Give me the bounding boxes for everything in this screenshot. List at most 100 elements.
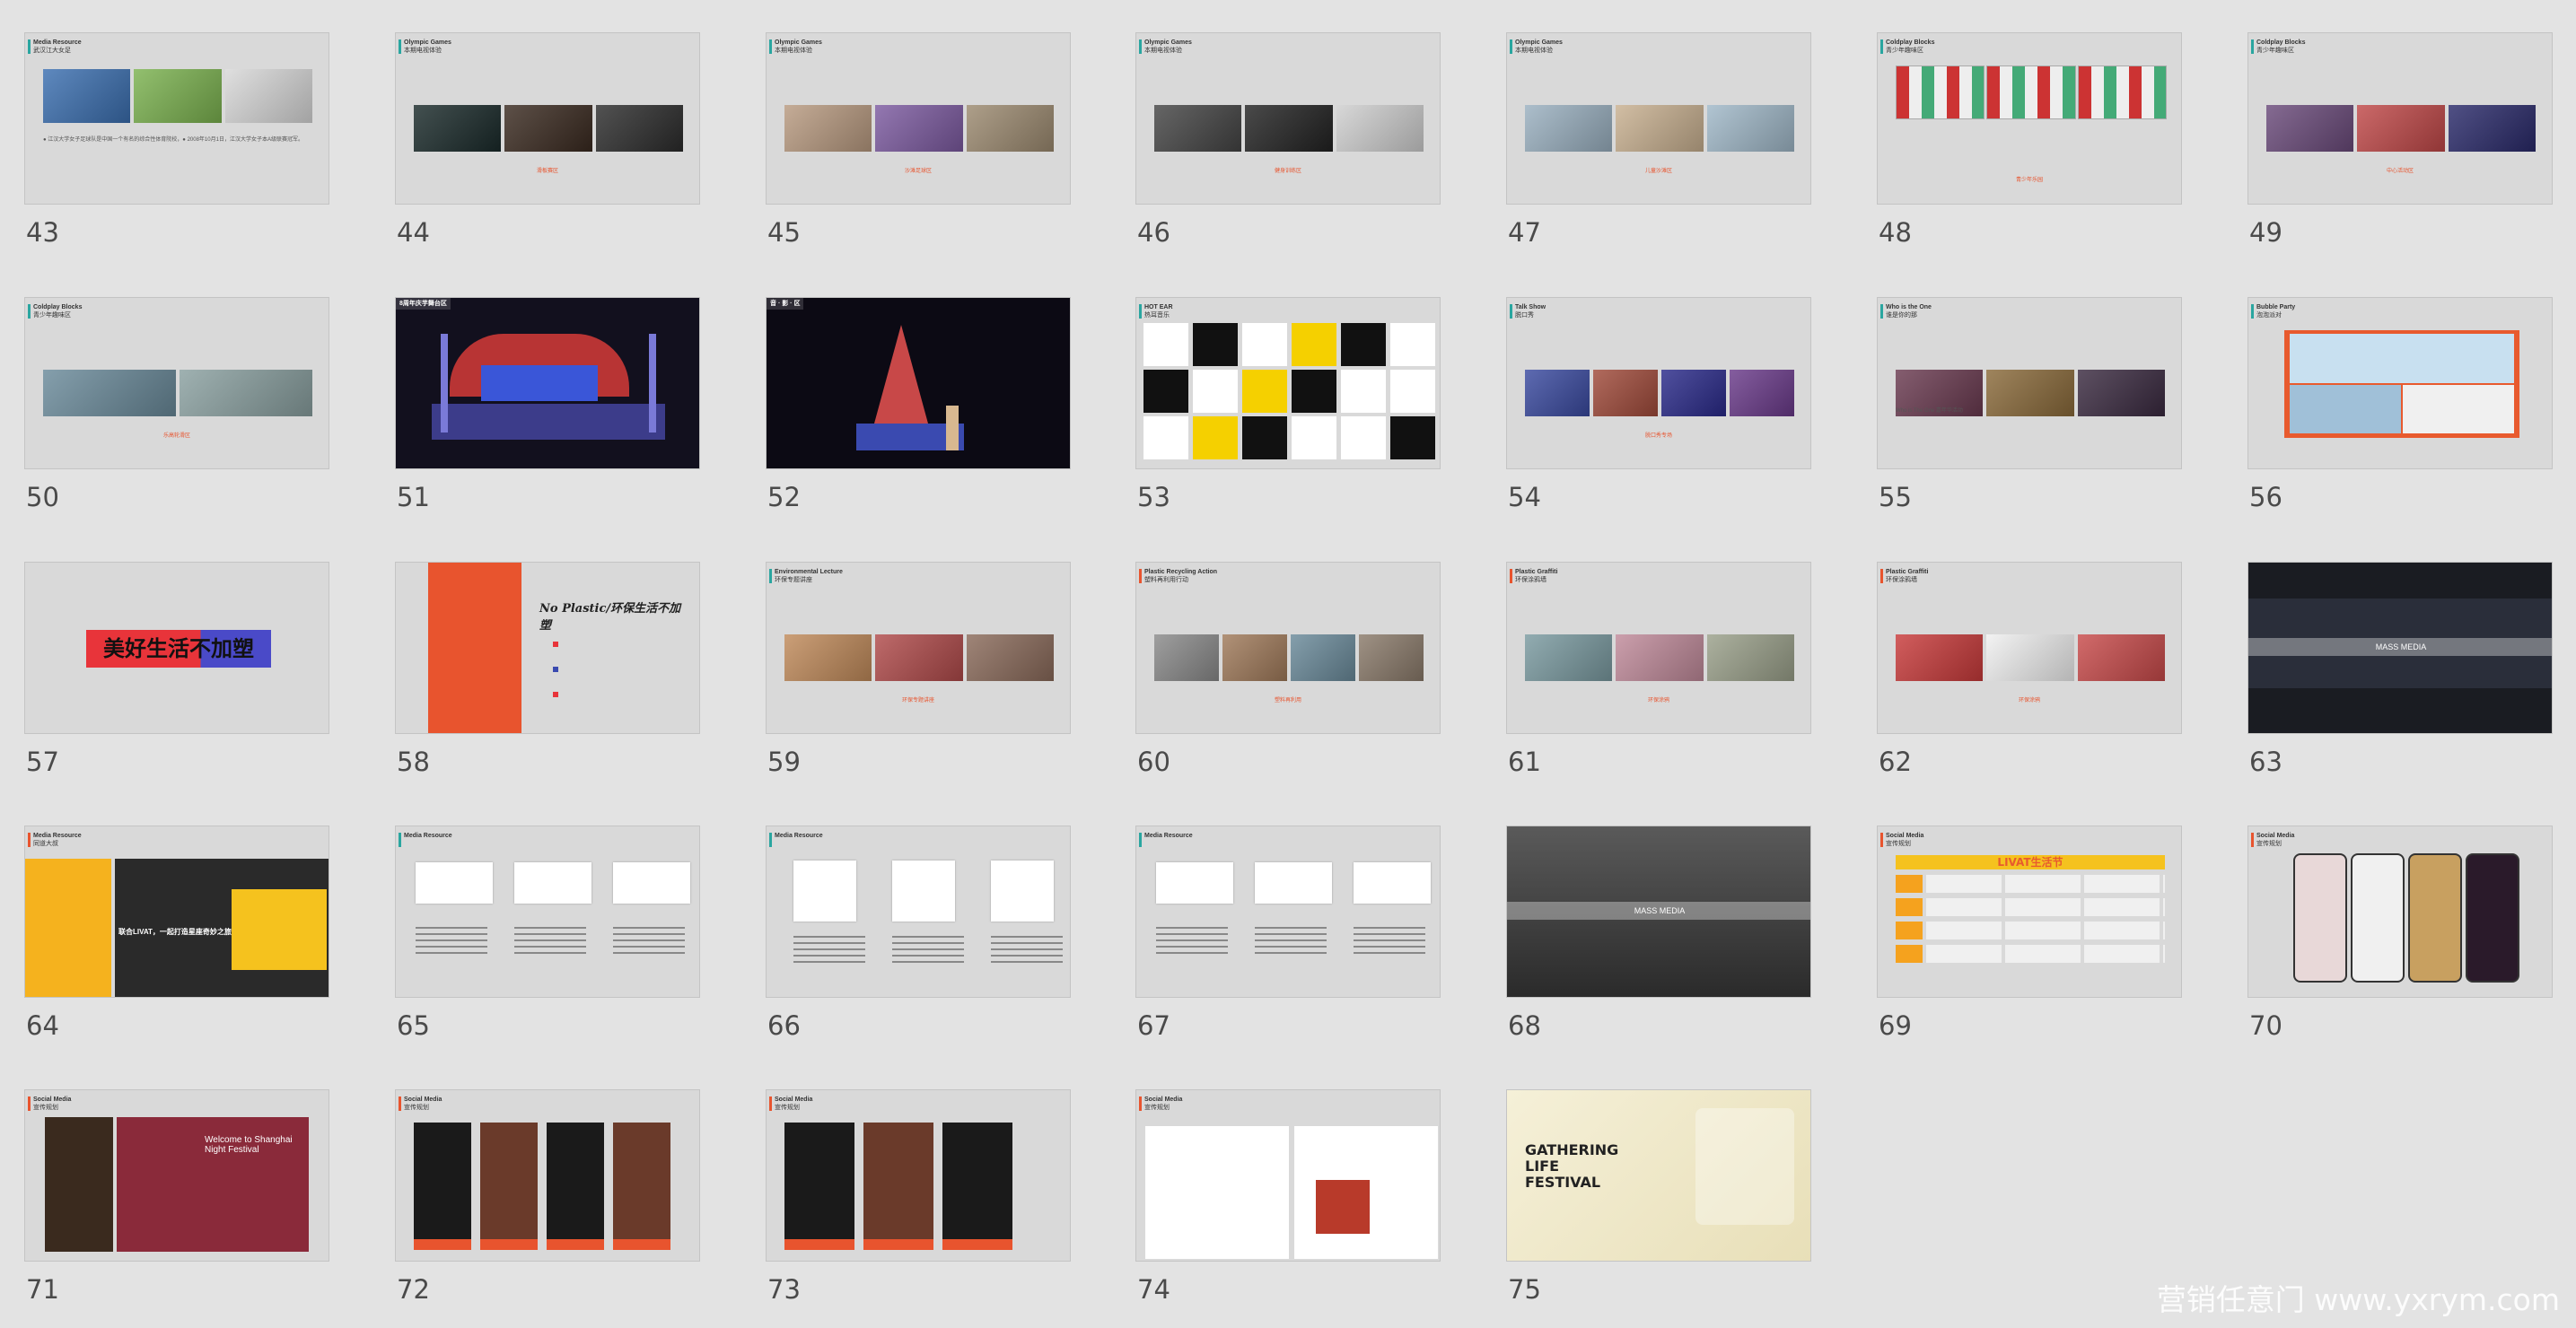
festival-table-title: LIVAT生活节 [1896,855,2165,869]
slide-thumbnail[interactable]: Environmental Lecture 环保专题讲座 环保专题讲座 [766,562,1071,734]
slide-number: 65 [397,1010,430,1041]
slide-number: 57 [26,747,59,777]
slide-thumbnail[interactable]: 美好生活不加塑 [24,562,329,734]
overlay-band: MASS MEDIA [1507,902,1810,920]
photo [1154,634,1219,681]
slide-thumbnail[interactable]: Media Resource [766,826,1071,998]
heading-subtitle: 宣传规划 [775,1105,800,1111]
slide-thumbnail[interactable]: Olympic Games 本期电视体验 儿童沙滩区 [1506,32,1811,205]
slide-heading: Social Media 宣传规划 [1880,832,1923,848]
photo [2357,105,2445,152]
table-row [1926,875,2165,893]
slide-heading: Olympic Games 本期电视体验 [769,39,822,55]
heading-accent-bar [1880,39,1883,54]
heading-title: Social Media [1144,1096,1183,1103]
caption: 健身训练区 [1154,168,1422,175]
heading-accent-bar [1139,833,1142,847]
heading-accent-bar [399,833,401,847]
heading-accent-bar [1880,569,1883,583]
slide-number: 62 [1879,747,1912,777]
slide-thumbnail[interactable]: Social Media 宣传规划 [395,1089,700,1262]
overlay-band: MASS MEDIA [2248,638,2552,656]
slide-thumbnail[interactable]: Media Resource [1135,826,1441,998]
slide-thumbnail[interactable]: Media Resource 武汉江大女足 ● 江汉大学女子足球队是中国一个有名的综… [24,32,329,205]
slide-thumbnail[interactable]: Social Media 宣传规划 Welcome to Shanghai Nigh… [24,1089,329,1262]
caption-highlight: 乐高轮滑区 [162,433,190,439]
photo [784,105,872,152]
slide-heading: Social Media 宣传规划 [769,1096,812,1112]
slide-thumbnail[interactable]: Coldplay Blocks 青少年趣味区 青少年乐园 [1877,32,2182,205]
slide-thumbnail[interactable]: Plastic Graffiti 环保涂鸦墙 环保涂鸦 [1877,562,2182,734]
slide-thumbnail[interactable]: No Plastic/环保生活不加塑 [395,562,700,734]
slide-heading: Coldplay Blocks 青少年趣味区 [2251,39,2305,55]
slide-thumbnail[interactable]: Social Media 宣传规划 [1135,1089,1441,1262]
slide-number: 58 [397,747,430,777]
heading-title: Plastic Recycling Action [1144,569,1218,575]
slide-thumbnail[interactable]: MASS MEDIA [2247,562,2553,734]
slide-thumbnail[interactable]: Olympic Games 本期电视体验 健身训练区 [1135,32,1441,205]
caption: 滑板赛区 [414,168,681,175]
slide-thumbnail[interactable]: GATHERING LIFE FESTIVAL [1506,1089,1811,1262]
heading-accent-bar [1880,304,1883,319]
slide-thumbnail[interactable]: MASS MEDIA [1506,826,1811,998]
brand-logo [1143,323,1188,366]
photo [1525,370,1590,416]
slide-thumbnail[interactable]: Social Media 宣传规划 [766,1089,1071,1262]
slide-heading: Talk Show 脱口秀 [1510,303,1546,319]
bubble-photo [2290,334,2514,383]
heading-accent-bar [769,833,772,847]
slide-heading: Social Media 宣传规划 [2251,832,2294,848]
slide-thumbnail[interactable]: Plastic Recycling Action 塑料再利用行动 塑料再利用 [1135,562,1441,734]
table-row [1926,898,2165,916]
slide-thumbnail[interactable]: Coldplay Blocks 青少年趣味区 乐高轮滑区 [24,297,329,469]
heading-subtitle: 同道大叔 [33,841,58,847]
caption-highlight: 沙滩足球区 [904,169,932,174]
article-page [1145,1126,1289,1259]
slide-thumbnail[interactable]: Talk Show 脱口秀 脱口秀专场 [1506,297,1811,469]
stage-screen [481,365,598,401]
photo [134,69,222,123]
slide-thumbnail[interactable]: Who is the One 谁是你的那 Who is The One 嘉年华活动 [1877,297,2182,469]
slide-thumbnail[interactable]: Social Media 宣传规划 [2247,826,2553,998]
slide-thumbnail[interactable]: Social Media 宣传规划 LIVAT生活节 [1877,826,2182,998]
phone-mockup [2466,853,2519,983]
phone-screen [863,1123,933,1239]
slide-thumbnail[interactable]: Olympic Games 本期电视体验沙滩足球区 [766,32,1071,205]
slide-heading: Media Resource 同道大叔 [28,832,82,848]
slide-thumbnail[interactable]: Olympic Games 本期电视体验 滑板赛区 [395,32,700,205]
slide-thumbnail[interactable]: 音 · 影 · 区 [766,297,1071,469]
slide-heading: Plastic Graffiti 环保涂鸦墙 [1510,568,1557,584]
slide-thumbnail[interactable]: Bubble Party 泡泡派对 [2247,297,2553,469]
slide-number: 50 [26,482,59,512]
brand-logo [1193,323,1238,366]
photo [1616,634,1704,681]
slide-heading: Media Resource 武汉江大女足 [28,39,82,55]
phone-mockup [2293,853,2347,983]
slide-number: 46 [1137,217,1170,248]
caption-highlight: 中心活动区 [2386,169,2414,174]
slide-thumbnail[interactable]: Coldplay Blocks 青少年趣味区中心活动区 [2247,32,2553,205]
heading-subtitle: 宣传规划 [2256,841,2282,847]
caption-highlight: 健身训练区 [1274,169,1301,174]
heading-accent-bar [1510,304,1512,319]
slide-thumbnail[interactable]: 8周年庆芋舞台区 [395,297,700,469]
slide-heading: HOT EAR 热耳音乐 [1139,303,1173,319]
slide-number: 72 [397,1274,430,1305]
heading-subtitle: 谁是你的那 [1886,312,1917,319]
heading-title: Environmental Lecture [775,569,843,575]
slide-thumbnail[interactable]: Plastic Graffiti 环保涂鸦墙 环保涂鸦 [1506,562,1811,734]
body-text: Who is The One 嘉年华活动 [1896,408,1963,414]
heading-title: Coldplay Blocks [1886,39,1935,46]
heading-title: Plastic Graffiti [1886,569,1929,575]
photo [1986,634,2074,681]
slide-thumbnail[interactable]: HOT EAR 热耳音乐 [1135,297,1441,469]
slide-number: 67 [1137,1010,1170,1041]
phone-label [414,1239,471,1250]
photo [1593,370,1658,416]
slide-number: 48 [1879,217,1912,248]
photo [875,105,963,152]
slide-thumbnail[interactable]: Media Resource 同道大叔 联合LIVAT，一起打造星座奇妙之旅 [24,826,329,998]
slide-thumbnail[interactable]: Media Resource [395,826,700,998]
card-text [416,927,487,954]
poster-dark [45,1117,113,1252]
